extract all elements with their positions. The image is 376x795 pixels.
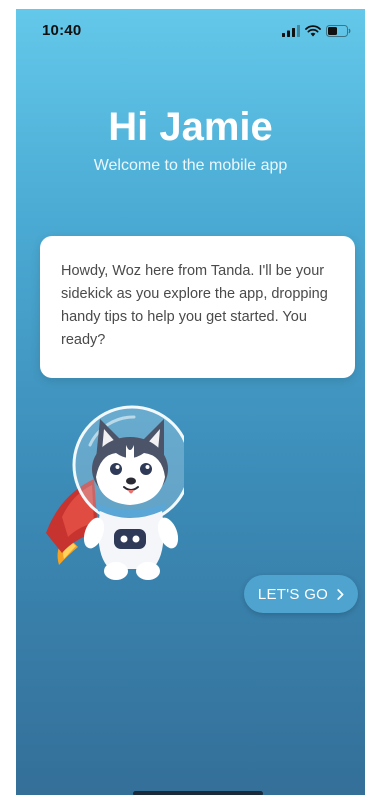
status-icons [282,24,351,38]
chevron-right-icon [337,588,344,600]
signal-icon [282,25,300,37]
battery-icon [326,25,351,37]
greeting-title: Hi Jamie [108,105,273,149]
speech-card: Howdy, Woz here from Tanda. I'll be your… [40,236,355,378]
status-time: 10:40 [42,22,82,39]
app-screen: 10:40 Hi Jamie Welcome to the mobile app… [16,9,365,795]
lets-go-button[interactable]: LET'S GO [244,575,358,613]
husky-astronaut-mascot [46,405,184,580]
home-indicator[interactable] [133,791,263,795]
status-bar: 10:40 [16,9,365,53]
speech-card-text: Howdy, Woz here from Tanda. I'll be your… [61,263,328,348]
wifi-icon [305,25,321,37]
welcome-subtitle: Welcome to the mobile app [93,157,288,174]
lets-go-label: LET'S GO [257,585,329,603]
